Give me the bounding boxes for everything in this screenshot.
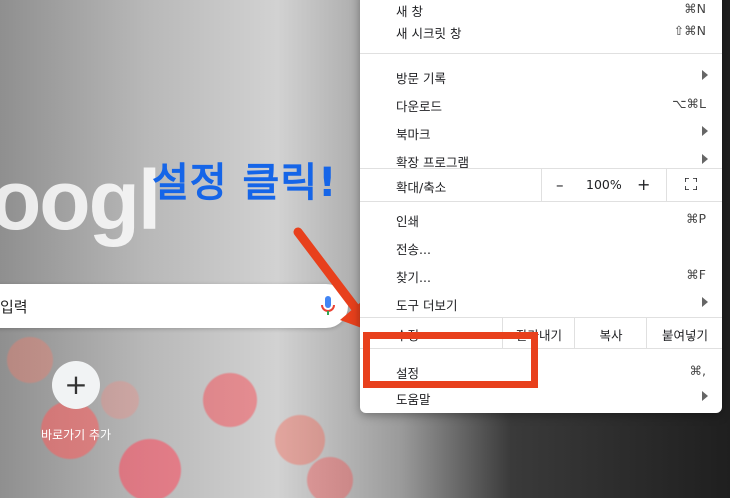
zoom-label: 확대/축소 <box>396 180 447 195</box>
menu-label: 북마크 <box>396 127 431 142</box>
menu-item-downloads[interactable]: 다운로드 ⌥⌘L <box>360 91 722 117</box>
zoom-row: 확대/축소 – 100% + <box>360 168 722 202</box>
submenu-arrow-icon <box>702 297 708 307</box>
copy-button[interactable]: 복사 <box>574 318 647 348</box>
menu-item-new-incognito-window[interactable]: 새 시크릿 창 ⇧⌘N <box>360 18 722 44</box>
menu-item-cast[interactable]: 전송... <box>360 234 722 260</box>
submenu-arrow-icon <box>702 126 708 136</box>
add-shortcut-button[interactable]: + <box>52 361 100 409</box>
menu-item-history[interactable]: 방문 기록 <box>360 63 722 89</box>
submenu-arrow-icon <box>702 70 708 80</box>
menu-shortcut: ⌘N <box>684 1 706 16</box>
menu-label: 새 시크릿 창 <box>396 26 462 41</box>
annotation-highlight-box <box>363 332 538 388</box>
zoom-controls: – 100% + <box>541 169 667 201</box>
menu-label: 찾기... <box>396 270 431 285</box>
submenu-arrow-icon <box>702 391 708 401</box>
add-shortcut-label: 바로가기 추가 <box>40 428 112 442</box>
zoom-out-button[interactable]: – <box>556 176 564 194</box>
menu-label: 방문 기록 <box>396 71 446 86</box>
submenu-arrow-icon <box>702 154 708 164</box>
search-input[interactable]: 입력 <box>0 296 28 317</box>
menu-item-print[interactable]: 인쇄 ⌘P <box>360 206 722 232</box>
menu-label: 다운로드 <box>396 99 443 114</box>
menu-shortcut: ⌘, <box>689 363 706 378</box>
zoom-in-button[interactable]: + <box>637 175 650 194</box>
menu-item-more-tools[interactable]: 도구 더보기 <box>360 290 722 316</box>
menu-shortcut: ⇧⌘N <box>673 23 706 38</box>
menu-label: 도움말 <box>396 392 431 407</box>
copy-label: 복사 <box>599 328 623 343</box>
menu-shortcut: ⌘F <box>686 267 706 282</box>
zoom-level: 100% <box>586 177 622 192</box>
menu-shortcut: ⌘P <box>685 211 706 226</box>
callout-text: 설정 클릭! <box>152 160 338 206</box>
menu-shortcut: ⌥⌘L <box>672 96 706 111</box>
menu-item-find[interactable]: 찾기... ⌘F <box>360 262 722 288</box>
paste-button[interactable]: 붙여넣기 <box>646 318 723 348</box>
menu-divider <box>360 53 722 54</box>
fullscreen-icon[interactable] <box>685 178 697 190</box>
menu-label: 전송... <box>396 242 431 257</box>
paste-label: 붙여넣기 <box>661 328 708 343</box>
menu-label: 인쇄 <box>396 214 420 229</box>
google-logo: oogl <box>0 153 161 247</box>
menu-label: 도구 더보기 <box>396 298 458 313</box>
menu-item-bookmarks[interactable]: 북마크 <box>360 119 722 145</box>
